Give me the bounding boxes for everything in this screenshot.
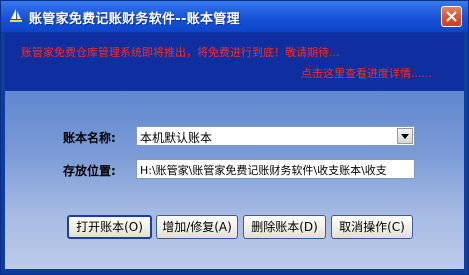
ledger-name-label: 账本名称: bbox=[63, 131, 116, 145]
delete-ledger-button[interactable]: 删除账本(D) bbox=[243, 215, 326, 239]
storage-path-value: H:\账管家\账管家免费记账财务软件\收支账本\收支 bbox=[140, 164, 387, 177]
storage-path-label: 存放位置: bbox=[63, 164, 116, 178]
close-icon bbox=[446, 11, 457, 22]
dropdown-button[interactable] bbox=[397, 128, 413, 144]
cancel-button[interactable]: 取消操作(C) bbox=[331, 215, 413, 239]
storage-path-field[interactable]: H:\账管家\账管家免费记账财务软件\收支账本\收支 bbox=[136, 159, 415, 179]
open-ledger-button[interactable]: 打开账本(O) bbox=[67, 215, 152, 239]
add-repair-button[interactable]: 增加/修复(A) bbox=[156, 215, 238, 239]
ledger-name-select[interactable]: 本机默认账本 bbox=[136, 126, 415, 146]
ledger-name-value: 本机默认账本 bbox=[140, 131, 213, 145]
announcement-banner: 账管家免费仓库管理系统即将推出，将免费进行到底！敬请期待... 点击这里查看进度… bbox=[5, 33, 464, 90]
close-button[interactable] bbox=[441, 6, 462, 27]
ledger-manager-window: 账管家免费记账财务软件--账本管理 账管家免费仓库管理系统即将推出，将免费进行到… bbox=[0, 0, 469, 275]
sailboat-icon bbox=[8, 8, 24, 24]
form-panel: 账本名称: 本机默认账本 存放位置: H:\账管家\账管家免费记账财务软件\收支… bbox=[5, 91, 464, 269]
title-bar[interactable]: 账管家免费记账财务软件--账本管理 bbox=[1, 1, 468, 33]
announcement-text: 账管家免费仓库管理系统即将推出，将免费进行到底！敬请期待... bbox=[21, 46, 340, 59]
progress-details-link[interactable]: 点击这里查看进度详情...... bbox=[301, 65, 432, 81]
chevron-down-icon bbox=[401, 134, 409, 139]
window-title: 账管家免费记账财务软件--账本管理 bbox=[29, 12, 240, 27]
